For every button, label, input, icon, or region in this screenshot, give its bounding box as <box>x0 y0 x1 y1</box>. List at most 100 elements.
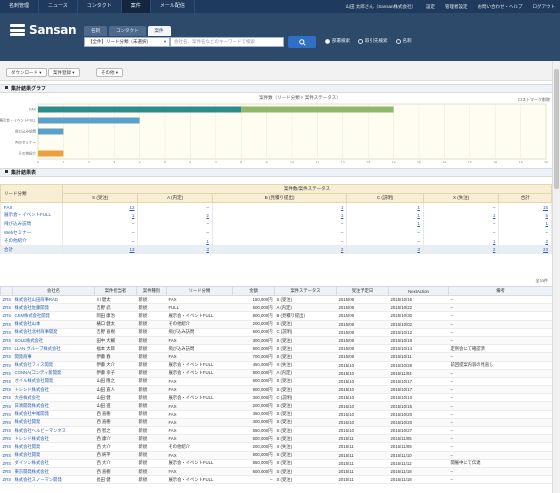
chart-bar-c[interactable] <box>38 150 64 157</box>
summary-cell[interactable]: 1 <box>422 236 500 246</box>
list-cell[interactable]: ZRS <box>0 475 13 485</box>
summary-row-label[interactable]: FAX <box>0 202 63 212</box>
list-cell[interactable]: ZRS <box>0 352 13 362</box>
radio-dept-search[interactable]: 部署検索 <box>325 38 350 44</box>
summary-cell[interactable]: 13 <box>61 245 139 255</box>
help-link[interactable]: お問い合わせ・ヘルプ <box>473 4 528 10</box>
list-col-header[interactable]: 受注予定日 <box>336 286 389 296</box>
list-cell[interactable]: ZRS <box>0 442 13 452</box>
list-cell[interactable]: LLAN グループ株式会社 <box>12 344 95 354</box>
list-cell[interactable]: トレンド株式会社 <box>12 385 95 395</box>
list-cell[interactable]: トレンド株式会社 <box>12 434 95 444</box>
list-col-header[interactable]: 案件種別 <box>136 286 167 296</box>
table-row[interactable]: ZRS 株式会社開発西 直樹 新規 FAX 400,000円 S (受注) 2015/10 2… <box>0 418 553 428</box>
list-col-header[interactable]: 案件ステータス <box>274 286 337 296</box>
table-row[interactable]: ZRS LLAN グループ株式会社 福本 太郎 新規 飛び込み訪問 900,000円 S (… <box>0 344 553 354</box>
list-cell[interactable]: ZRS <box>0 320 13 329</box>
list-cell[interactable]: ZRS <box>0 303 13 313</box>
list-cell[interactable]: ZRS <box>0 434 13 444</box>
list-cell[interactable]: CONNA(コンティ新開発 <box>12 369 95 378</box>
table-row[interactable]: ZRS ダイソン株式会社西 大介 新規 展示会・イベントFULL 850,000円 S (… <box>0 459 553 468</box>
list-col-header[interactable]: リード分類 <box>166 286 233 296</box>
list-cell[interactable]: 株式会社佐藤開発 <box>12 303 95 313</box>
list-cell[interactable]: ZRS <box>0 467 13 477</box>
list-cell[interactable]: ZRS <box>0 401 13 411</box>
table-row[interactable]: ZRS SOLE株式会社 田中 大輔 新規 FAX 300,000円 S (受注) 2015/… <box>0 336 553 346</box>
chart-bar-s[interactable] <box>38 106 242 113</box>
table-row[interactable]: ZRS 株式会社ヘルビーマンネス西 智之 新規 FAX 550,000円 S (受注) 20… <box>0 426 553 436</box>
summary-cell[interactable]: 3 <box>137 245 213 255</box>
nav-item-contacts[interactable]: コンタクト <box>78 0 122 13</box>
summary-cell[interactable]: 2 <box>137 211 213 220</box>
register-deal-button[interactable]: 案件登録 ▾ <box>48 68 80 77</box>
list-cell[interactable]: ZRS <box>0 459 13 468</box>
table-row[interactable]: ZRS 株式会社山本 樋口 健太 新規 その他紹介 200,000円 S (受注) 2015/… <box>0 320 553 329</box>
search-tab-deals[interactable]: 案件 <box>147 26 171 36</box>
search-input[interactable]: 会社名、案件名などのキーワードで検索 <box>170 37 284 47</box>
summary-cell[interactable]: 1 <box>61 211 139 220</box>
list-cell[interactable]: 株式会社開発 <box>12 451 95 460</box>
radio-client-search[interactable]: 取引先検索 <box>358 38 388 44</box>
summary-cell[interactable]: 1 <box>137 236 213 246</box>
list-cell[interactable]: ZRS <box>0 311 13 321</box>
list-cell[interactable]: ZRS <box>0 344 13 354</box>
list-cell[interactable]: 株式会社山田商事RAD <box>12 295 95 305</box>
list-cell[interactable]: 株式会社ヘルビーマンネス <box>12 426 95 436</box>
summary-cell[interactable]: 3 <box>346 245 424 255</box>
table-row[interactable]: ZRS 株式会社北村商事開発 吉野 直樹 新規 飛び込み訪問 600,000円 C (説明)… <box>0 328 553 337</box>
table-row[interactable]: ZRS CSM株式会社開発 岡田 康治 新規 展示会・イベントFULL 800,000円 B… <box>0 311 553 321</box>
table-row[interactable]: ZRS 株式会社開発西 大介 新規 その他紹介 200,000円 X (失注) 2015/1… <box>0 442 553 452</box>
list-cell[interactable]: ZRS <box>0 410 13 419</box>
scrollbar-thumb[interactable] <box>554 69 559 189</box>
summary-cell[interactable]: 1 <box>346 202 424 212</box>
summary-cell[interactable]: 1 <box>498 219 552 229</box>
summary-cell[interactable]: 15 <box>498 202 552 212</box>
table-row[interactable]: ZRS CONNA(コンティ新開発 伊藤 幸子 新規 展示会・イベントFULL 900,0… <box>0 369 553 378</box>
chart-bar-b[interactable] <box>38 117 140 124</box>
table-row[interactable]: ZRS 株式会社開発西 純平 新規 FAX 800,000円 S (受注) 2015/11 2… <box>0 451 553 460</box>
logout-link[interactable]: ログアウト <box>528 4 560 10</box>
list-cell[interactable]: 株式会社フィス開発 <box>12 361 95 370</box>
list-cell[interactable]: 株式会社北村商事開発 <box>12 328 95 337</box>
list-cell[interactable]: ZRS <box>0 393 13 403</box>
summary-cell[interactable]: 1 <box>211 211 348 220</box>
summary-row-label[interactable]: 合計 <box>0 245 63 255</box>
summary-row-label[interactable]: その他紹介 <box>0 236 63 246</box>
table-row[interactable]: ZRS 株式会社佐藤開発 吉野 武新規 FULL 500,000円 A (内定) 2015/… <box>0 303 553 313</box>
list-cell[interactable]: SOLE株式会社 <box>12 336 95 346</box>
list-cell[interactable]: 東京開発株式会社 <box>12 467 95 477</box>
list-cell[interactable]: ZRS <box>0 385 13 395</box>
search-button[interactable] <box>288 36 316 48</box>
summary-cell[interactable]: 1 <box>422 211 500 220</box>
summary-row-label[interactable]: 飛び込み訪問 <box>0 219 63 229</box>
list-cell[interactable]: ダイソン株式会社 <box>12 459 95 468</box>
list-cell[interactable]: ZRS <box>0 451 13 460</box>
list-cell[interactable]: 株式会社山本 <box>12 320 95 329</box>
summary-row-label[interactable]: 展示会・イベントFULL <box>0 211 63 220</box>
list-col-header[interactable]: NextAction <box>388 286 449 296</box>
table-row[interactable]: ZRS オイル株式会社開発 山田 隆之 新規 FAX 800,000円 S (受注) 2015… <box>0 377 553 387</box>
page-scrollbar[interactable] <box>552 61 560 493</box>
table-row[interactable]: ZRS 株式会社山田商事RAD 川 健太 新規 FAX 150,000円 S (受注) 201… <box>0 295 553 305</box>
list-cell[interactable]: ZRS <box>0 295 13 305</box>
nav-item-mail[interactable]: メール配信 <box>151 0 195 13</box>
summary-row-label[interactable]: Webセミナー <box>0 228 63 237</box>
list-cell[interactable]: 株式会社スノーマン開発 <box>12 475 95 485</box>
search-tab-contacts[interactable]: コンタクト <box>109 26 146 36</box>
table-row[interactable]: ZRS 株式会社スノーマン開発 長田 健新規 展示会・イベントFULL – S (受注) 2… <box>0 475 553 485</box>
nav-item-cards[interactable]: 名刺管理 <box>0 0 40 13</box>
radio-card[interactable]: 名刺 <box>395 38 412 44</box>
admin-settings-link[interactable]: 管理者設定 <box>440 4 473 10</box>
list-cell[interactable]: ZRS <box>0 328 13 337</box>
nav-item-deals[interactable]: 案件 <box>121 0 151 13</box>
table-row[interactable]: ZRS トレンド株式会社西 康介 新規 FAX 600,000円 S (受注) 2015/1… <box>0 434 553 444</box>
list-cell[interactable]: 株式会社開発 <box>12 442 95 452</box>
table-row[interactable]: ZRS 株式会社フィス開発 伊藤 大介 新規 展示会・イベントFULL 450,000円 X… <box>0 361 553 370</box>
list-cell[interactable]: 株式会社中尾開発 <box>12 410 95 419</box>
list-cell[interactable]: CSM株式会社開発 <box>12 311 95 321</box>
table-row[interactable]: ZRS 大谷株式会社 山田 健新規 展示会・イベントFULL 300,000円 C (説明… <box>0 393 553 403</box>
list-col-header[interactable]: 案件担当者 <box>94 286 137 296</box>
summary-cell[interactable]: 1 <box>211 202 348 212</box>
list-cell[interactable]: ZRS <box>0 369 13 378</box>
settings-link[interactable]: 設定 <box>421 4 440 10</box>
